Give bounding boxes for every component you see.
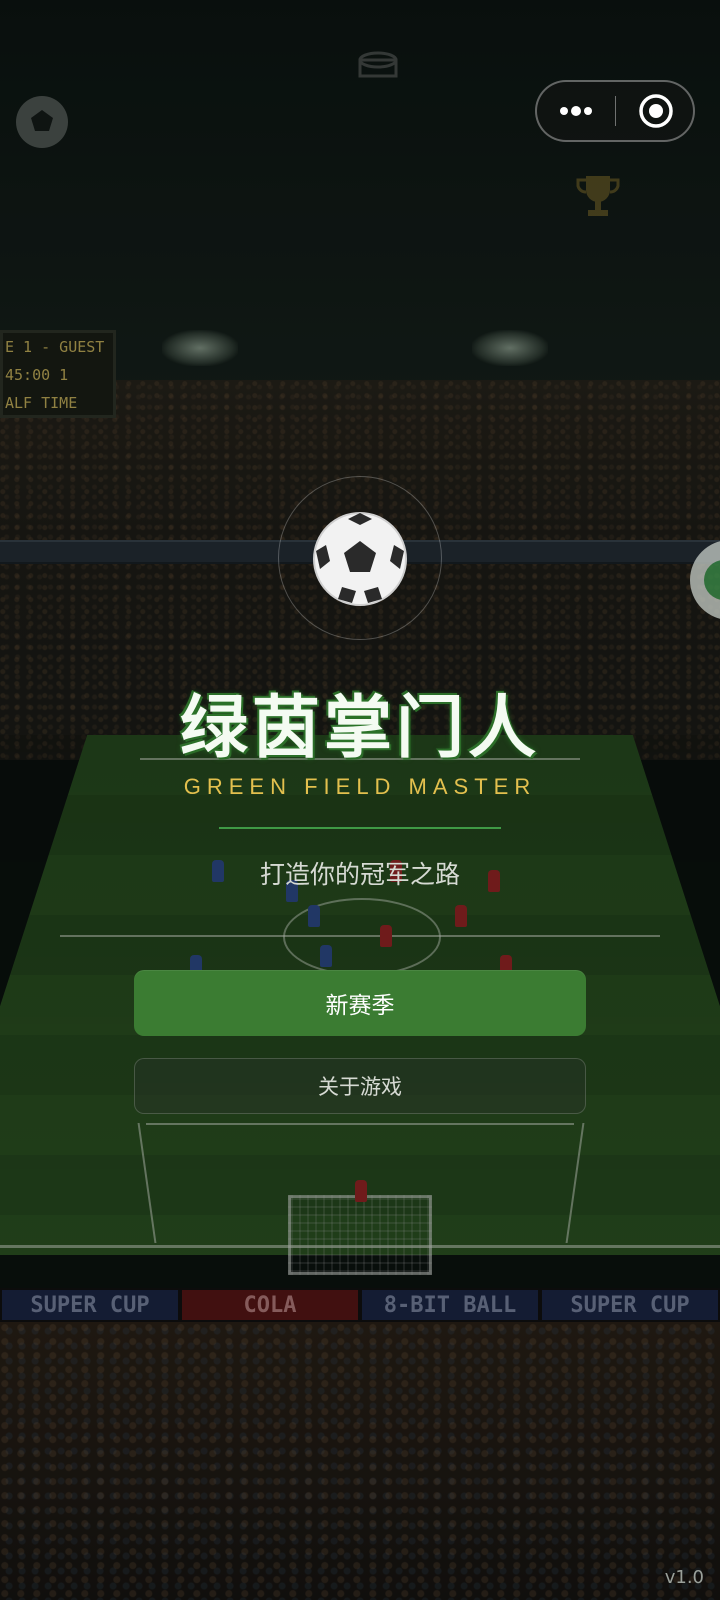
miniprogram-capsule (535, 80, 695, 142)
game-slogan: 打造你的冠军之路 (259, 860, 460, 889)
chat-icon (704, 560, 720, 600)
more-button[interactable] (537, 82, 615, 140)
capsule-divider (615, 96, 616, 126)
game-title: 绿茵掌门人 (179, 689, 540, 768)
title-divider (219, 827, 501, 829)
close-button[interactable] (617, 82, 695, 140)
new-season-button[interactable]: 新赛季 (134, 970, 586, 1036)
version-label: v1.0 (664, 1567, 704, 1588)
about-game-button[interactable]: 关于游戏 (134, 1058, 586, 1114)
soccer-ball-icon (313, 512, 407, 606)
target-close-icon (639, 94, 673, 128)
game-subtitle-english: GREEN FIELD MASTER (183, 774, 537, 799)
dim-overlay (0, 0, 720, 1600)
more-dots-icon (560, 106, 592, 116)
stadium-screen: E 1 - GUEST 45:00 1 ALF TIME SUPER CUP C… (0, 0, 720, 1600)
